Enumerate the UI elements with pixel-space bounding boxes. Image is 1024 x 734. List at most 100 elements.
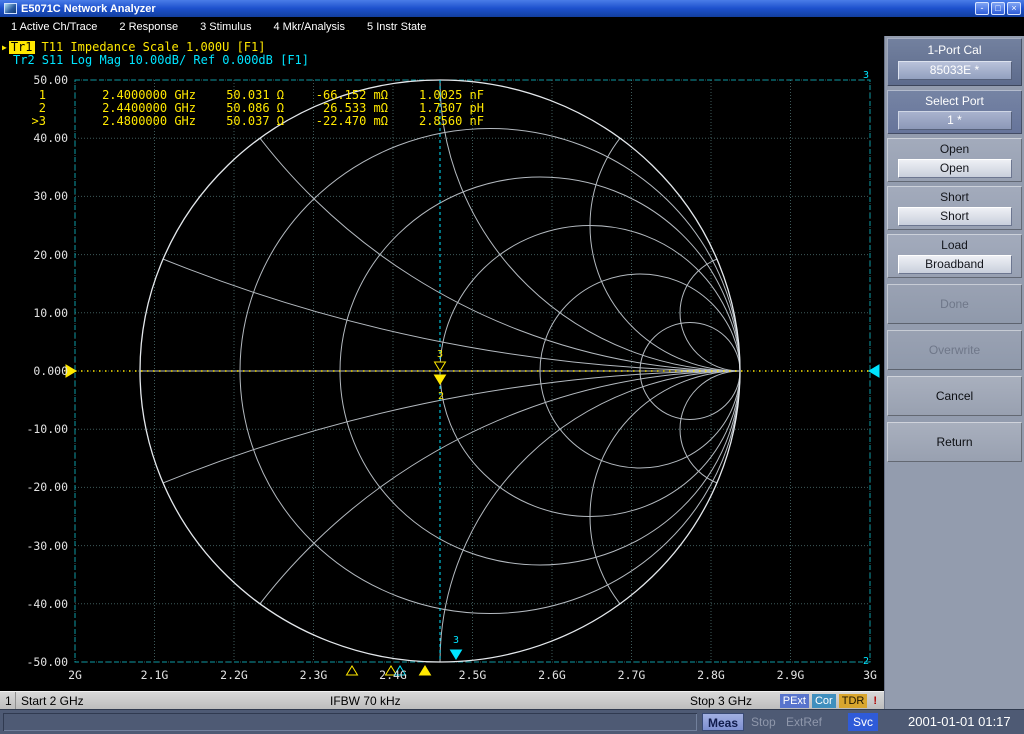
softkey-list: Select Port 1 * Open Open Short Short Load Broa…: [885, 90, 1024, 462]
menu-item-1[interactable]: 1 Active Ch/Trace: [0, 21, 108, 33]
marker-triangle[interactable]: [449, 649, 463, 660]
marker-triangle[interactable]: [433, 374, 447, 385]
softkey-load[interactable]: Load Broadband: [887, 234, 1022, 278]
marker-triangle[interactable]: [345, 665, 359, 676]
stop-frequency: Stop 3 GHz: [690, 694, 753, 708]
y-axis-label: -10.00: [26, 422, 68, 437]
x-axis-label: 2.3G: [299, 668, 328, 682]
marker-label: 2: [863, 656, 869, 667]
softkey-done: Done: [887, 284, 1022, 324]
x-axis-label: 2.2G: [220, 668, 248, 682]
marker-triangle[interactable]: [433, 361, 447, 372]
app-icon: [4, 3, 17, 14]
softkey-menu-title: 1-Port Cal: [927, 43, 982, 57]
indicator-pext: PExt: [779, 694, 809, 708]
window-buttons: - □ ×: [975, 2, 1021, 15]
marker-table: 1 2.4000000 GHz 50.031 Ω -66.152 mΩ 1.0025 n…: [22, 88, 484, 129]
x-axis-label: 2.9G: [776, 668, 805, 682]
marker-resistance: 50.037 Ω: [226, 114, 284, 129]
softkey-label-short: Short: [940, 190, 969, 204]
indicator-cor: Cor: [811, 694, 836, 708]
marker-number: >3: [31, 114, 46, 129]
date-time: 2001-01-01 01:17: [908, 714, 1011, 729]
close-button[interactable]: ×: [1007, 2, 1021, 15]
y-axis-label: -30.00: [26, 538, 68, 553]
x-axis-label: 2.5G: [458, 668, 487, 682]
softkey-label-cancel: Cancel: [935, 389, 974, 403]
y-axis-label: 30.00: [33, 189, 68, 204]
x-axis-label: 2.8G: [697, 668, 725, 682]
y-axis-label: 40.00: [33, 131, 68, 146]
y-axis-label: 50.00: [33, 73, 68, 87]
menu-item-3[interactable]: 3 Stimulus: [189, 21, 262, 33]
start-frequency: Start 2 GHz: [21, 694, 84, 708]
x-axis-label: 3G: [863, 668, 877, 682]
softkey-return[interactable]: Return: [887, 422, 1022, 462]
cal-kit-button[interactable]: 85033E *: [897, 61, 1012, 80]
title-bar: E5071C Network Analyzer - □ ×: [0, 0, 1024, 17]
marker-frequency: 2.4800000 GHz: [102, 114, 196, 129]
marker-equivalent: 2.8560 nF: [418, 114, 484, 129]
softkey-value-open[interactable]: Open: [897, 159, 1012, 178]
restore-button[interactable]: □: [991, 2, 1005, 15]
trace2-info: S11 Log Mag 10.00dB/ Ref 0.000dB [F1]: [41, 53, 309, 67]
menu-bar: 1 Active Ch/Trace 2 Response 3 Stimulus 4 M…: [0, 17, 1024, 36]
softkey-value-short[interactable]: Short: [897, 207, 1012, 226]
indicator-tdr: TDR: [838, 694, 868, 708]
softkey-label-return: Return: [936, 435, 973, 449]
x-axis-label: 2.6G: [538, 668, 566, 682]
channel-status-bar: 1 Start 2 GHz IFBW 70 kHz Stop 3 GHz PEx…: [0, 691, 884, 710]
y-axis-label: -50.00: [26, 655, 68, 669]
menu-item-2[interactable]: 2 Response: [108, 21, 189, 33]
marker-label: 3: [437, 349, 443, 360]
indicator-alert: !: [873, 695, 877, 707]
softkey-label-overwrite: Overwrite: [928, 343, 981, 357]
status-extref: ExtRef: [786, 715, 823, 729]
minimize-button[interactable]: -: [975, 2, 989, 15]
softkey-open[interactable]: Open Open: [887, 138, 1022, 182]
marker-row-3: >3 2.4800000 GHz 50.037 Ω -22.470 mΩ 2.8560 …: [22, 115, 484, 128]
softkey-label-select-port: Select Port: [925, 94, 984, 108]
y-axis-label: -40.00: [26, 596, 68, 611]
status-message-well: [3, 713, 697, 731]
softkey-cancel[interactable]: Cancel: [887, 376, 1022, 416]
status-stop: Stop: [751, 715, 776, 729]
softkey-value-select-port[interactable]: 1 *: [897, 111, 1012, 130]
y-axis-label: 0.000: [33, 364, 68, 378]
x-axis-label: 2.1G: [140, 668, 169, 682]
y-axis-label: 20.00: [33, 247, 68, 262]
x-axis-label: 2G: [68, 668, 82, 682]
softkey-label-done: Done: [940, 297, 969, 311]
softkey-short[interactable]: Short Short: [887, 186, 1022, 230]
trace2-label: Tr2: [13, 53, 35, 67]
channel-divider: [15, 692, 16, 710]
trace2-status-line[interactable]: Tr2 S11 Log Mag 10.00dB/ Ref 0.000dB [F1…: [13, 54, 309, 67]
active-trace-arrow-icon: ▶: [2, 43, 7, 52]
y-axis-label: -20.00: [26, 480, 68, 495]
softkey-header: 1-Port Cal 85033E *: [887, 38, 1022, 86]
status-svc: Svc: [848, 713, 878, 731]
channel-number: 1: [5, 694, 12, 708]
softkey-label-open: Open: [939, 142, 970, 156]
ifbw-readout: IFBW 70 kHz: [330, 694, 401, 708]
window-title: E5071C Network Analyzer: [21, 2, 156, 15]
softkey-overwrite: Overwrite: [887, 330, 1022, 370]
y-axis-label: 10.00: [33, 305, 68, 320]
softkey-value-load[interactable]: Broadband: [897, 255, 1012, 274]
softkey-select-port[interactable]: Select Port 1 *: [887, 90, 1022, 134]
display-area: 32332 ▶ Tr1 T11 Impedance Scale 1.000U […: [0, 36, 884, 691]
softkey-panel: 1-Port Cal 85033E * Select Port 1 * Open Op…: [884, 36, 1024, 709]
softkey-label-load: Load: [941, 238, 968, 252]
menu-item-4[interactable]: 4 Mkr/Analysis: [262, 21, 356, 33]
status-meas: Meas: [702, 713, 744, 731]
marker-label: 3: [863, 70, 869, 81]
channel-indicators: PExt Cor TDR!: [779, 694, 880, 708]
menu-item-5[interactable]: 5 Instr State: [356, 21, 437, 33]
marker-label: 3: [453, 635, 459, 646]
x-axis-label: 2.4G: [379, 668, 407, 682]
instrument-status-bar: Meas Stop ExtRef Svc 2001-01-01 01:17: [0, 709, 1024, 734]
marker-reactance: -22.470 mΩ: [315, 114, 388, 129]
marker-triangle[interactable]: [418, 665, 432, 676]
smith-chart-plot: 3 2 3 3 2: [65, 70, 880, 676]
x-axis-label: 2.7G: [617, 668, 646, 682]
